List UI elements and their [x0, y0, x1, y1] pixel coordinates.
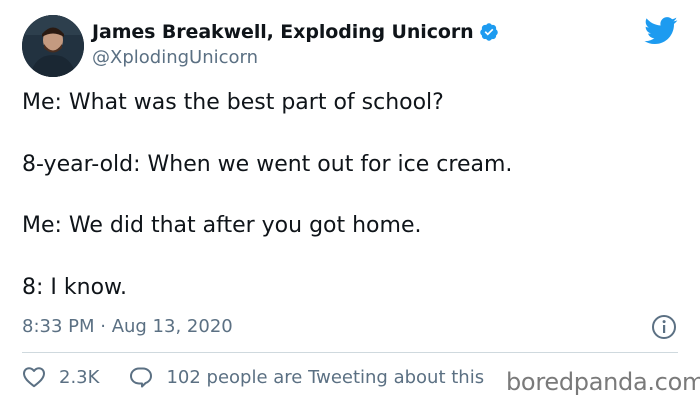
tweet-text: Me: What was the best part of school? 8-…: [22, 88, 672, 334]
author-handle[interactable]: @XplodingUnicorn: [92, 47, 258, 68]
info-icon[interactable]: [651, 314, 677, 340]
tweet-card: James Breakwell, Exploding Unicorn @Xplo…: [0, 0, 700, 406]
speech-bubble-icon: [130, 367, 153, 388]
tweet-timestamp[interactable]: 8:33 PM · Aug 13, 2020: [22, 316, 233, 337]
tweet-line: Me: We did that after you got home.: [22, 213, 422, 238]
conversation-text: 102 people are Tweeting about this: [166, 366, 485, 388]
author-display-name[interactable]: James Breakwell, Exploding Unicorn: [92, 21, 474, 43]
heart-icon: [23, 367, 45, 388]
watermark: boredpanda.com: [506, 368, 700, 396]
verified-badge-icon: [479, 22, 499, 42]
engagement-bar: 2.3K 102 people are Tweeting about this: [22, 366, 484, 388]
tweet-line: Me: What was the best part of school?: [22, 90, 444, 115]
like-count: 2.3K: [59, 366, 100, 388]
tweet-line: 8-year-old: When we went out for ice cre…: [22, 151, 513, 177]
like-button[interactable]: 2.3K: [22, 366, 99, 388]
avatar[interactable]: [22, 15, 84, 77]
author-row: James Breakwell, Exploding Unicorn: [92, 21, 499, 43]
twitter-bird-icon[interactable]: [644, 17, 678, 45]
divider: [22, 352, 678, 353]
tweet-line: 8: I know.: [22, 274, 127, 300]
conversation-link[interactable]: 102 people are Tweeting about this: [129, 366, 484, 388]
avatar-image: [22, 15, 84, 77]
